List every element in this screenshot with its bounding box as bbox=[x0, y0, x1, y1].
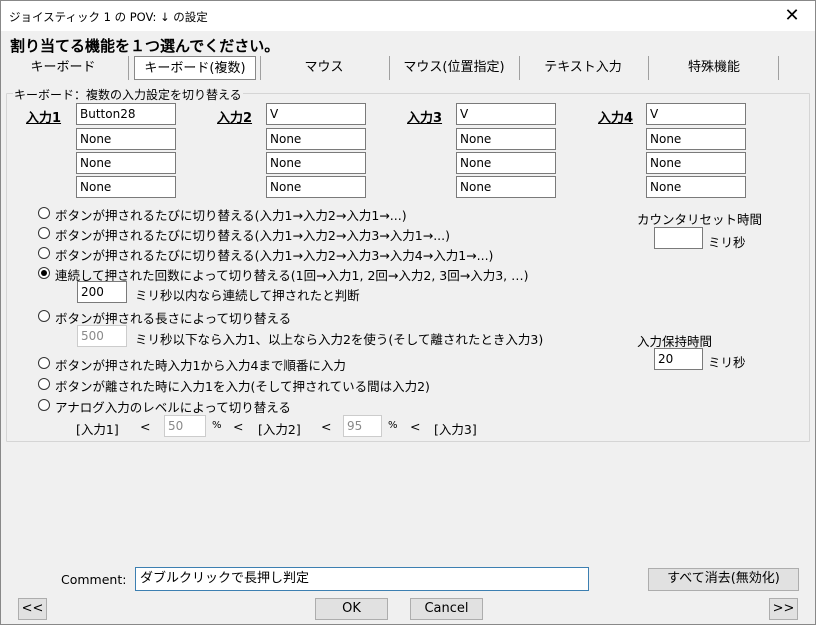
instruction-heading: 割り当てる機能を１つ選んでください。 bbox=[10, 37, 280, 55]
counter-reset-input[interactable] bbox=[654, 227, 703, 249]
analog-less-than: < bbox=[233, 419, 244, 434]
input-3-key-4[interactable]: None bbox=[456, 176, 556, 198]
tab-keyboard-multiple[interactable]: キーボード(複数) bbox=[134, 56, 256, 80]
release-input-radio[interactable] bbox=[38, 378, 50, 390]
tab-separator bbox=[519, 56, 520, 80]
analog-input1-label: [入力1] bbox=[76, 422, 119, 437]
analog-threshold-1-input[interactable]: 50 bbox=[164, 415, 206, 437]
input-4-key-4[interactable]: None bbox=[646, 176, 746, 198]
window-title: ジョイスティック 1 の POV: ↓ の設定 bbox=[9, 10, 208, 24]
toggle-3-inputs-radio[interactable] bbox=[38, 227, 50, 239]
tab-separator bbox=[778, 56, 779, 80]
hold-time-input[interactable]: 20 bbox=[654, 348, 703, 370]
tab-mouse[interactable]: マウス bbox=[263, 56, 385, 80]
analog-input3-label: [入力3] bbox=[434, 422, 477, 437]
comment-input[interactable]: ダブルクリックで長押し判定 bbox=[135, 567, 589, 591]
next-button[interactable]: >> bbox=[769, 598, 798, 620]
cancel-button[interactable]: Cancel bbox=[410, 598, 483, 620]
input-1-key-1[interactable]: Button28 bbox=[76, 103, 176, 125]
input-3-key-1[interactable]: V bbox=[456, 103, 556, 125]
tab-text-input[interactable]: テキスト入力 bbox=[521, 56, 645, 80]
input-1-label: 入力1 bbox=[26, 111, 62, 126]
press-length-ms-input[interactable]: 500 bbox=[77, 325, 127, 347]
input-4-key-3[interactable]: None bbox=[646, 152, 746, 174]
analog-input2-label: [入力2] bbox=[258, 422, 301, 437]
toggle-4-inputs-label: ボタンが押されるたびに切り替える(入力1→入力2→入力3→入力4→入力1→...… bbox=[55, 248, 494, 263]
analog-level-radio[interactable] bbox=[38, 399, 50, 411]
prev-button[interactable]: << bbox=[18, 598, 47, 620]
consecutive-ms-input[interactable]: 200 bbox=[77, 281, 127, 303]
tab-separator bbox=[389, 56, 390, 80]
analog-threshold-2-input[interactable]: 95 bbox=[343, 415, 382, 437]
input-1-key-2[interactable]: None bbox=[76, 128, 176, 150]
input-2-key-4[interactable]: None bbox=[266, 176, 366, 198]
counter-reset-unit: ミリ秒 bbox=[708, 235, 746, 250]
analog-less-than: < bbox=[321, 419, 332, 434]
input-1-key-3[interactable]: None bbox=[76, 152, 176, 174]
settings-dialog: ジョイスティック 1 の POV: ↓ の設定 ✕ 割り当てる機能を１つ選んでく… bbox=[0, 0, 816, 625]
group-title: キーボード：複数の入力設定を切り替える bbox=[13, 86, 243, 103]
clear-all-button[interactable]: すべて消去(無効化) bbox=[648, 568, 799, 591]
input-3-label: 入力3 bbox=[407, 111, 443, 126]
toggle-2-inputs-radio[interactable] bbox=[38, 207, 50, 219]
release-input-label: ボタンが離された時に入力1を入力(そして押されている間は入力2) bbox=[55, 379, 430, 394]
input-2-key-3[interactable]: None bbox=[266, 152, 366, 174]
hold-time-unit: ミリ秒 bbox=[708, 355, 746, 370]
title-bar: ジョイスティック 1 の POV: ↓ の設定 ✕ bbox=[1, 1, 815, 31]
tab-separator bbox=[260, 56, 261, 80]
analog-level-label: アナログ入力のレベルによって切り替える bbox=[55, 400, 291, 415]
toggle-2-inputs-label: ボタンが押されるたびに切り替える(入力1→入力2→入力1→...) bbox=[55, 208, 407, 223]
close-icon[interactable]: ✕ bbox=[769, 1, 815, 31]
input-1-key-4[interactable]: None bbox=[76, 176, 176, 198]
tab-keyboard[interactable]: キーボード bbox=[15, 56, 111, 80]
tab-mouse-position[interactable]: マウス(位置指定) bbox=[392, 56, 516, 80]
comment-label: Comment: bbox=[61, 572, 127, 587]
press-length-radio[interactable] bbox=[38, 310, 50, 322]
consecutive-press-radio[interactable] bbox=[38, 267, 50, 279]
analog-less-than: < bbox=[140, 419, 151, 434]
input-4-key-2[interactable]: None bbox=[646, 128, 746, 150]
tab-special-functions[interactable]: 特殊機能 bbox=[651, 56, 777, 80]
consecutive-ms-label: ミリ秒以内なら連続して押されたと判断 bbox=[135, 288, 360, 303]
input-2-key-2[interactable]: None bbox=[266, 128, 366, 150]
input-4-label: 入力4 bbox=[598, 111, 634, 126]
tab-separator bbox=[648, 56, 649, 80]
press-length-ms-label: ミリ秒以下なら入力1、以上なら入力2を使う(そして離されたとき入力3) bbox=[135, 332, 544, 347]
toggle-3-inputs-label: ボタンが押されるたびに切り替える(入力1→入力2→入力3→入力1→...) bbox=[55, 228, 451, 243]
input-3-key-2[interactable]: None bbox=[456, 128, 556, 150]
counter-reset-title: カウンタリセット時間 bbox=[637, 212, 763, 227]
ok-button[interactable]: OK bbox=[315, 598, 388, 620]
analog-less-than: < bbox=[410, 419, 421, 434]
analog-percent-2: % bbox=[388, 420, 398, 431]
toggle-4-inputs-radio[interactable] bbox=[38, 247, 50, 259]
input-2-key-1[interactable]: V bbox=[266, 103, 366, 125]
input-2-label: 入力2 bbox=[217, 111, 253, 126]
input-4-key-1[interactable]: V bbox=[646, 103, 746, 125]
tab-separator bbox=[128, 56, 129, 80]
sequential-input-radio[interactable] bbox=[38, 357, 50, 369]
analog-percent-1: % bbox=[212, 420, 222, 431]
sequential-input-label: ボタンが押された時入力1から入力4まで順番に入力 bbox=[55, 358, 346, 373]
input-3-key-3[interactable]: None bbox=[456, 152, 556, 174]
